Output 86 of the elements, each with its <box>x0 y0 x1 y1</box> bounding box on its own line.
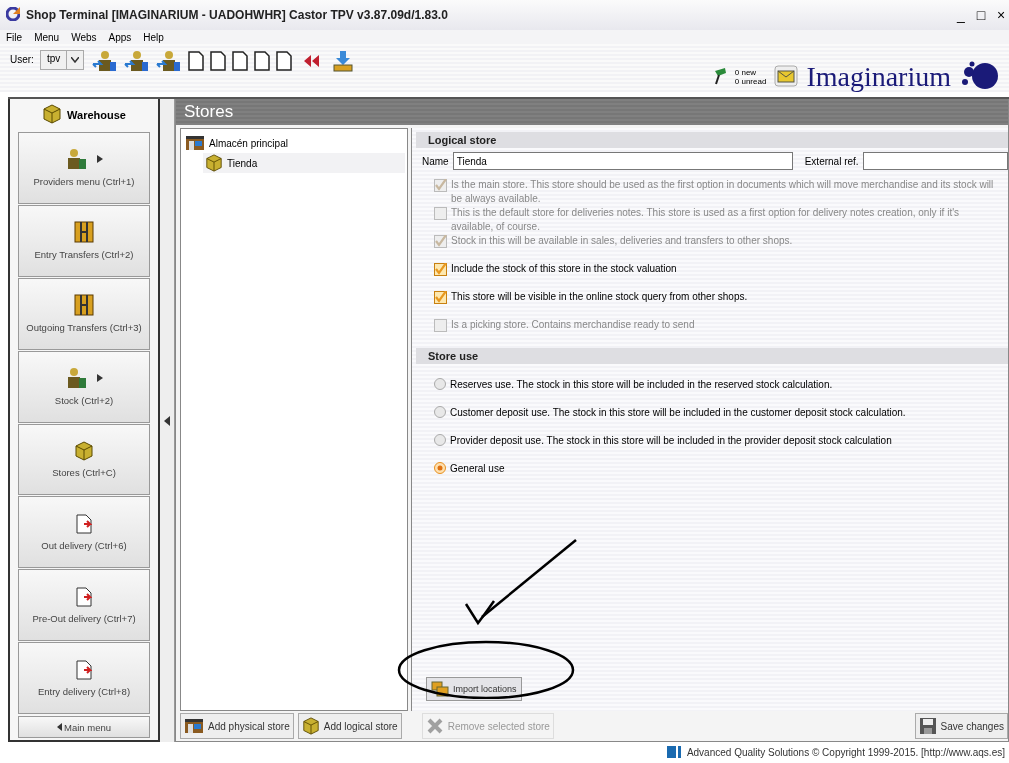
cube-icon <box>42 103 63 124</box>
caret-right-icon <box>97 155 103 164</box>
chevron-down-icon <box>71 57 80 63</box>
caret-right-icon <box>97 374 103 383</box>
sidebar-menu-button[interactable]: Out delivery (Ctrl+6) <box>18 496 150 569</box>
menu-item[interactable]: File <box>6 31 23 43</box>
radio-button[interactable] <box>434 378 446 390</box>
sidebar-menu-button[interactable]: Stock (Ctrl+2) <box>18 350 150 423</box>
user-label: User: <box>10 54 34 65</box>
radio-label: Provider deposit use. The stock in this store will be included in the provider deposit stock calculation <box>450 434 892 446</box>
document-icon <box>76 659 92 680</box>
name-label: Name <box>422 155 449 167</box>
warehouse-icon <box>185 135 205 151</box>
pin-icon[interactable] <box>712 67 727 85</box>
radio-button[interactable] <box>434 462 446 474</box>
people-icon[interactable] <box>92 50 119 72</box>
save-changes-button[interactable]: Save changes <box>914 713 1008 739</box>
sidebar-menu-button[interactable]: Entry Transfers (Ctrl+2) <box>18 204 150 277</box>
checkbox[interactable] <box>434 263 447 276</box>
envelope-icon[interactable] <box>774 65 799 87</box>
page-icon[interactable] <box>210 51 227 71</box>
document-icon <box>76 586 92 607</box>
menu-item[interactable]: Menu <box>34 31 60 43</box>
stacked-boxes-icon <box>431 681 449 697</box>
document-icon <box>76 513 92 534</box>
cube-icon <box>74 440 94 461</box>
checkbox-label: This is the default store for deliveries notes. This store is used as a first option for delivery notes creation, only if it's available, of course. <box>451 206 961 234</box>
people-icon[interactable] <box>156 50 183 72</box>
tree-item[interactable]: Tienda <box>203 153 405 173</box>
checkbox-label: This store will be visible in the online stock query from other shops. <box>451 290 748 304</box>
window-control[interactable]: □ <box>975 7 987 23</box>
sidebar-title: Warehouse <box>67 108 126 121</box>
people-icon[interactable] <box>124 50 151 72</box>
checkbox-label: Include the stock of this store in the stock valuation <box>451 262 677 276</box>
window-control[interactable]: × <box>995 7 1007 23</box>
new-messages-count: 0 new <box>734 68 758 77</box>
menu-item[interactable]: Webs <box>71 31 97 43</box>
main-menu-button[interactable]: Main menu <box>18 716 150 739</box>
menu-item[interactable]: Apps <box>108 31 132 43</box>
collapse-arrow-icon[interactable] <box>164 415 170 426</box>
radio-label: Reserves use. The stock in this store will be included in the reserved stock calculation. <box>450 378 833 390</box>
external-ref-label: External ref. <box>804 155 859 167</box>
app-logo-icon <box>6 7 20 21</box>
store-action-button[interactable]: Add physical store <box>180 713 294 739</box>
radio-label: General use <box>450 462 505 474</box>
warehouse-icon <box>184 718 204 734</box>
sidebar-menu-button[interactable]: Providers menu (Ctrl+1) <box>18 131 150 204</box>
cube-icon <box>205 154 223 172</box>
import-locations-button[interactable]: Import locations <box>426 677 522 701</box>
store-action-button[interactable]: Add logical store <box>297 713 402 739</box>
name-field[interactable]: Tienda <box>452 152 793 170</box>
unread-messages-count: 0 unread <box>734 77 767 86</box>
checkbox-label: Is a picking store. Contains merchandise ready to send <box>451 318 695 332</box>
radio-label: Customer deposit use. The stock in this store will be included in the customer deposit stock calculation. <box>450 406 906 418</box>
blob-logo-icon <box>959 60 999 92</box>
panel-title: Stores <box>176 99 1008 125</box>
radio-button[interactable] <box>434 406 446 418</box>
section-header: Logical store <box>416 132 1008 148</box>
transfer-icon <box>74 221 94 244</box>
cube-icon <box>301 717 320 735</box>
user-dropdown[interactable]: tpv <box>39 50 85 70</box>
checkbox-label: Stock in this will be available in sales, deliveries and transfers to other shops. <box>451 234 793 248</box>
external-ref-field[interactable] <box>862 152 1008 170</box>
sidebar-menu-button[interactable]: Stores (Ctrl+C) <box>18 423 150 496</box>
sidebar-menu-button[interactable]: Pre-Out delivery (Ctrl+7) <box>18 569 150 642</box>
window-title: Shop Terminal [IMAGINARIUM - UADOHWHR] Castor TPV v3.87.09d/1.83.0 <box>26 8 449 22</box>
checkbox-label: Is the main store. This store should be used as the first option in documents which will move merchandise and its stock will be always available. <box>451 178 995 206</box>
section-header: Store use <box>416 348 1008 364</box>
cross-icon <box>425 717 444 735</box>
checkbox[interactable] <box>434 291 447 304</box>
brand-logo: Imaginarium <box>806 61 951 93</box>
page-icon[interactable] <box>276 51 293 71</box>
sidebar-menu-button[interactable]: Entry delivery (Ctrl+8) <box>18 642 150 715</box>
transfer-icon <box>74 294 94 317</box>
download-tray-icon[interactable] <box>332 50 355 72</box>
copyright-text: Advanced Quality Solutions © Copyright 1999-2015. [http://www.aqs.es] <box>686 747 1005 758</box>
page-icon[interactable] <box>188 51 205 71</box>
page-icon[interactable] <box>232 51 249 71</box>
caret-left-icon <box>57 723 62 732</box>
sidebar-menu-button[interactable]: Outgoing Transfers (Ctrl+3) <box>18 277 150 350</box>
tree-item[interactable]: Almacén principal <box>183 133 405 153</box>
window-control[interactable]: _ <box>955 7 967 23</box>
menu-item[interactable]: Help <box>143 31 164 43</box>
page-icon[interactable] <box>254 51 271 71</box>
company-logo-icon <box>666 745 681 758</box>
radio-button[interactable] <box>434 434 446 446</box>
